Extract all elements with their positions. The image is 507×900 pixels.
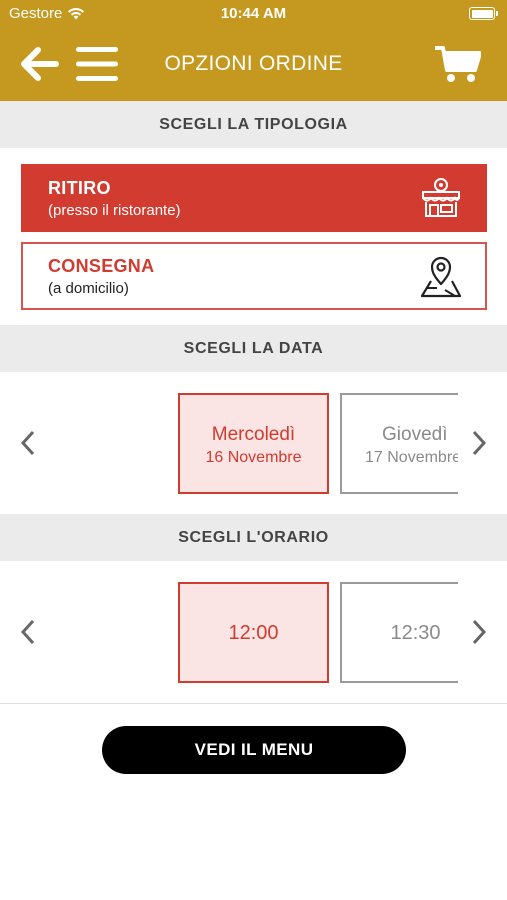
- time-value: 12:00: [228, 622, 279, 644]
- date-carousel: Mercoledì 16 Novembre Giovedì 17 Novembr…: [0, 373, 507, 513]
- time-carousel: 12:00 12:30: [0, 562, 507, 702]
- store-icon: [422, 178, 460, 217]
- page-title: OPZIONI ORDINE: [164, 52, 343, 75]
- chevron-right-icon[interactable]: [467, 428, 491, 458]
- option-consegna-title: CONSEGNA: [48, 256, 155, 276]
- date-value: 17 Novembre: [365, 449, 458, 466]
- order-type-header: SCEGLI LA TIPOLOGIA: [0, 101, 507, 148]
- time-value: 12:30: [390, 622, 441, 644]
- chevron-left-icon[interactable]: [16, 428, 40, 458]
- chevron-right-icon[interactable]: [467, 617, 491, 647]
- status-bar: Gestore 10:44 AM: [0, 0, 507, 28]
- divider: [0, 703, 507, 704]
- option-consegna[interactable]: CONSEGNA (a domicilio): [21, 242, 487, 310]
- time-option-selected[interactable]: 12:00: [178, 582, 329, 683]
- date-option-selected[interactable]: Mercoledì 16 Novembre: [178, 393, 329, 494]
- chevron-left-icon[interactable]: [16, 617, 40, 647]
- date-day: Mercoledì: [211, 424, 296, 445]
- date-day: Giovedì: [382, 424, 448, 445]
- option-ritiro-subtitle: (presso il ristorante): [48, 202, 181, 219]
- option-ritiro[interactable]: RITIRO (presso il ristorante): [21, 164, 487, 232]
- option-consegna-subtitle: (a domicilio): [48, 280, 129, 297]
- date-options: Mercoledì 16 Novembre Giovedì 17 Novembr…: [178, 393, 458, 494]
- date-value: 16 Novembre: [205, 449, 302, 466]
- time-option[interactable]: 12:30: [340, 582, 458, 683]
- map-pin-icon: [420, 256, 462, 298]
- time-header: SCEGLI L'ORARIO: [0, 514, 507, 561]
- date-header: SCEGLI LA DATA: [0, 325, 507, 372]
- nav-bar: OPZIONI ORDINE: [0, 28, 507, 101]
- option-ritiro-title: RITIRO: [48, 178, 111, 198]
- status-time: 10:44 AM: [220, 5, 287, 22]
- date-option[interactable]: Giovedì 17 Novembre: [340, 393, 458, 494]
- time-options: 12:00 12:30: [178, 582, 458, 683]
- battery-icon: [469, 7, 498, 20]
- view-menu-button[interactable]: VEDI IL MENU: [102, 726, 406, 774]
- cart-icon[interactable]: [435, 44, 481, 84]
